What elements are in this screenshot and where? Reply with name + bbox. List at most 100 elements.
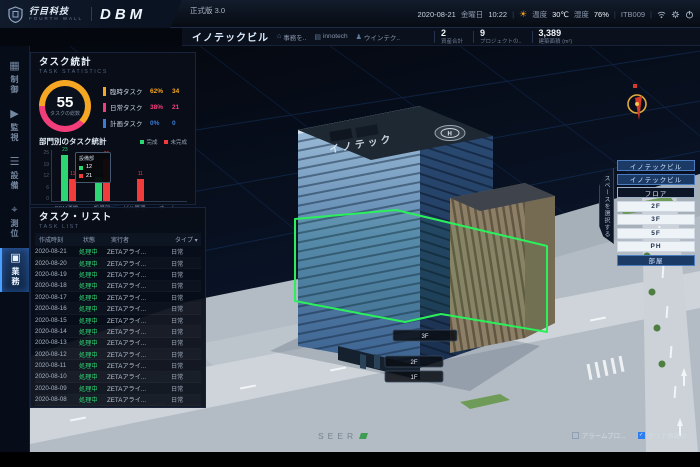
col-created: 作成時刻 (39, 235, 83, 244)
left-nav-rail: ▦ 制御 ▶ 監視 ☰ 設備 ⌖ 測位 ▣ 業務 (0, 46, 30, 452)
table-row[interactable]: 2020-08-17 処理中 ZETAアライ... 日常 (35, 292, 201, 303)
table-row[interactable]: 2020-08-18 処理中 ZETAアライ... 日常 (35, 281, 201, 292)
table-row[interactable]: 2020-08-20 処理中 ZETAアライ... 日常 (35, 258, 201, 269)
dept-legend-item: 未完成 (164, 138, 187, 146)
svg-text:3F: 3F (421, 334, 428, 340)
donut-legend: 臨時タスク 62% 34 日常タスク 38% 21 計画タスク 0% 0 (103, 86, 189, 132)
nav-item[interactable]: ⌖ 測位 (0, 200, 29, 244)
nav-item[interactable]: ▦ 制御 (0, 56, 29, 100)
company-subtitle: FOURTH WALL (29, 17, 83, 22)
col-type-sort[interactable]: タイプ ▾ (175, 235, 201, 244)
bar[interactable] (61, 155, 68, 201)
space-selector-buttons: イノテックビルイノテックビルフロア 2F 3F 5F PH 部屋 (617, 160, 695, 266)
building-stat: 3,389 建築面積 (m²) (532, 28, 573, 45)
panel-subtitle: TASK LIST (39, 224, 197, 230)
watermark-flag-icon (359, 433, 368, 439)
map-toggles: アラームブロ... ✓ クリア情報の... (572, 430, 692, 440)
space-button[interactable]: イノテックビル (617, 160, 695, 171)
space-button[interactable]: フロア (617, 187, 695, 198)
bar[interactable] (137, 179, 144, 201)
nav-item[interactable]: ▣ 業務 (0, 248, 29, 292)
building-meta: ⌂ 事務を.. ▤ innotech ♟ ウインテク.. (277, 32, 400, 42)
nav-item-icon: ▣ (10, 253, 20, 264)
app-window: H イノテック 3F 2F 1F (0, 0, 700, 467)
legend-row: 計画タスク 0% 0 (103, 118, 189, 128)
floor-chip[interactable]: 3F (393, 330, 457, 341)
space-button[interactable]: PH (617, 241, 695, 252)
table-row[interactable]: 2020-08-13 処理中 ZETAアライ... 日常 (35, 338, 201, 349)
company-name: 行目科技 (29, 7, 83, 16)
table-row[interactable]: 2020-08-11 処理中 ZETAアライ... 日常 (35, 360, 201, 371)
bar-group[interactable] (153, 194, 187, 201)
task-total-caption: タスクの総数 (50, 112, 80, 117)
logo-divider (91, 7, 92, 21)
table-row[interactable]: 2020-08-21 処理中 ZETAアライ... 日常 (35, 246, 201, 257)
chart-tooltip: 設備部 12 21 (75, 152, 111, 183)
space-button[interactable]: 5F (617, 228, 695, 239)
task-table-body: 2020-08-21 処理中 ZETAアライ... 日常 2020-08-20 … (35, 246, 201, 405)
wifi-icon[interactable] (657, 10, 666, 19)
date-label: 2020-08-21 (417, 10, 455, 19)
nav-item-icon: ▶ (10, 109, 18, 120)
watermark: SEER (318, 431, 367, 441)
table-row[interactable]: 2020-08-19 処理中 ZETAアライ... 日常 (35, 269, 201, 280)
humidity-label: 湿度 (574, 9, 589, 20)
shield-logo-icon (8, 6, 23, 23)
space-button[interactable]: 2F (617, 201, 695, 212)
building-meta-item: ⌂ 事務を.. (277, 32, 306, 42)
task-statistics-panel: タスク統計 TASK STATISTICS 55 タスクの総数 臨時タスク 62… (30, 52, 196, 205)
weekday-label: 金曜日 (461, 9, 484, 20)
helipad-letter: H (448, 132, 452, 138)
task-total: 55 (57, 95, 74, 110)
space-button[interactable]: 3F (617, 214, 695, 225)
checkbox-icon[interactable] (572, 432, 579, 439)
product-name: DBM (100, 6, 146, 23)
logo-block: 行目科技 FOURTH WALL DBM (0, 0, 182, 28)
panel-title: タスク統計 (39, 58, 187, 68)
svg-text:2F: 2F (410, 360, 417, 366)
task-list-panel: タスク・リスト TASK LIST 作成時刻 状態 実行者 タイプ ▾ 2020… (30, 207, 206, 408)
meta-icon: ⌂ (277, 33, 281, 40)
table-row[interactable]: 2020-08-15 処理中 ZETAアライ... 日常 (35, 315, 201, 326)
table-row[interactable]: 2020-08-09 処理中 ZETAアライ... 日常 (35, 383, 201, 394)
table-row[interactable]: 2020-08-12 処理中 ZETAアライ... 日常 (35, 349, 201, 360)
top-header-bar: 行目科技 FOURTH WALL DBM 正式版 3.0 2020-08-21 … (0, 0, 700, 28)
nav-item[interactable]: ▶ 監視 (0, 104, 29, 148)
version-label: 正式版 3.0 (190, 5, 225, 16)
floor-chip[interactable]: 2F (385, 356, 443, 367)
space-button[interactable]: 部屋 (617, 255, 695, 266)
bar-chart-y-axis: 25191260 (39, 150, 49, 202)
bar-group[interactable]: 11 (120, 172, 154, 201)
table-row[interactable]: 2020-08-16 処理中 ZETAアライ... 日常 (35, 303, 201, 314)
legend-row: 臨時タスク 62% 34 (103, 86, 189, 96)
nav-item-icon: ⌖ (11, 205, 17, 216)
building-name[interactable]: イノテックビル (192, 29, 269, 44)
tooltip-row: 12 (79, 163, 107, 171)
settings-gear-icon[interactable] (671, 10, 680, 19)
map-toggle[interactable]: アラームブロ... (572, 430, 626, 440)
nav-item[interactable]: ☰ 設備 (0, 152, 29, 196)
status-bar: 2020-08-21 金曜日 10:22 | ☀ 温度 30℃ 湿度 76% |… (417, 0, 694, 28)
building-meta-item: ♟ ウインテク.. (356, 32, 400, 42)
task-donut-chart[interactable]: 55 タスクの総数 (39, 80, 91, 132)
clock: 10:22 (488, 10, 507, 19)
bar-chart-plot: 2311122111 (51, 150, 187, 202)
meta-icon: ♟ (356, 33, 362, 41)
task-table-header: 作成時刻 状態 実行者 タイプ ▾ (35, 233, 201, 246)
table-row[interactable]: 2020-08-08 処理中 ZETAアライ... 日常 (35, 395, 201, 406)
floor-chip[interactable]: 1F (385, 371, 443, 382)
panel-subtitle: TASK STATISTICS (39, 69, 187, 75)
legend-row: 日常タスク 38% 21 (103, 102, 189, 112)
nav-item-icon: ☰ (10, 157, 20, 168)
space-button[interactable]: イノテックビル (617, 174, 695, 185)
checkbox-icon[interactable]: ✓ (638, 432, 645, 439)
dept-chart-legend: 完成 未完成 (140, 138, 187, 146)
map-toggle[interactable]: ✓ クリア情報の... (638, 430, 692, 440)
power-icon[interactable] (685, 10, 694, 19)
building-meta-item: ▤ innotech (314, 32, 347, 42)
table-row[interactable]: 2020-08-10 処理中 ZETAアライ... 日常 (35, 372, 201, 383)
table-row[interactable]: 2020-08-14 処理中 ZETAアライ... 日常 (35, 326, 201, 337)
humidity-value: 76% (594, 10, 609, 19)
tooltip-row: 21 (79, 172, 107, 180)
building-stat: 9 プロジェクトの.. (473, 28, 522, 45)
